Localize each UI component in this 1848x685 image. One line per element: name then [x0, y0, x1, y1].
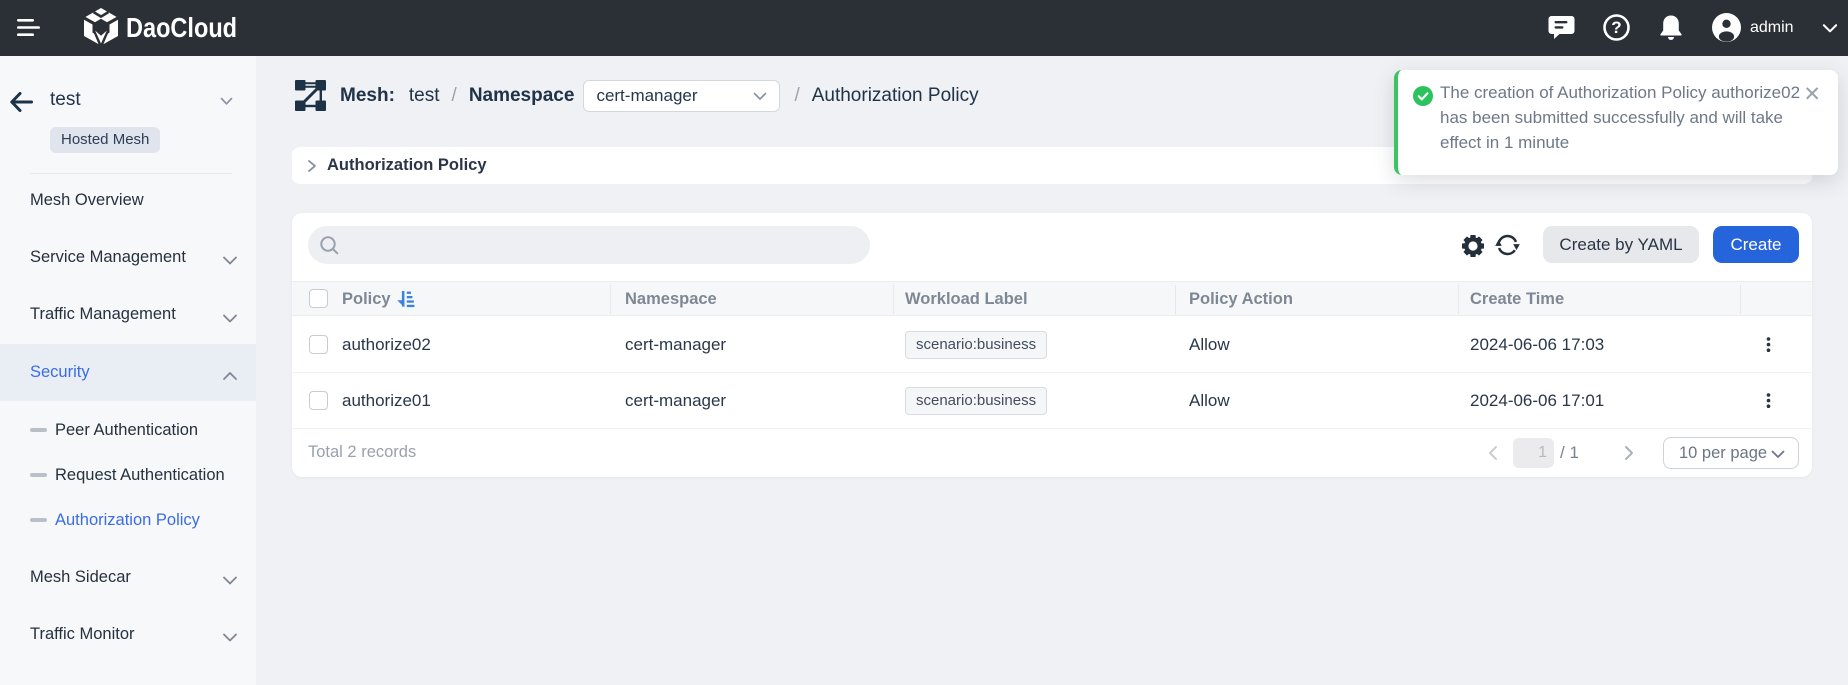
svg-text:?: ? — [1611, 18, 1621, 37]
